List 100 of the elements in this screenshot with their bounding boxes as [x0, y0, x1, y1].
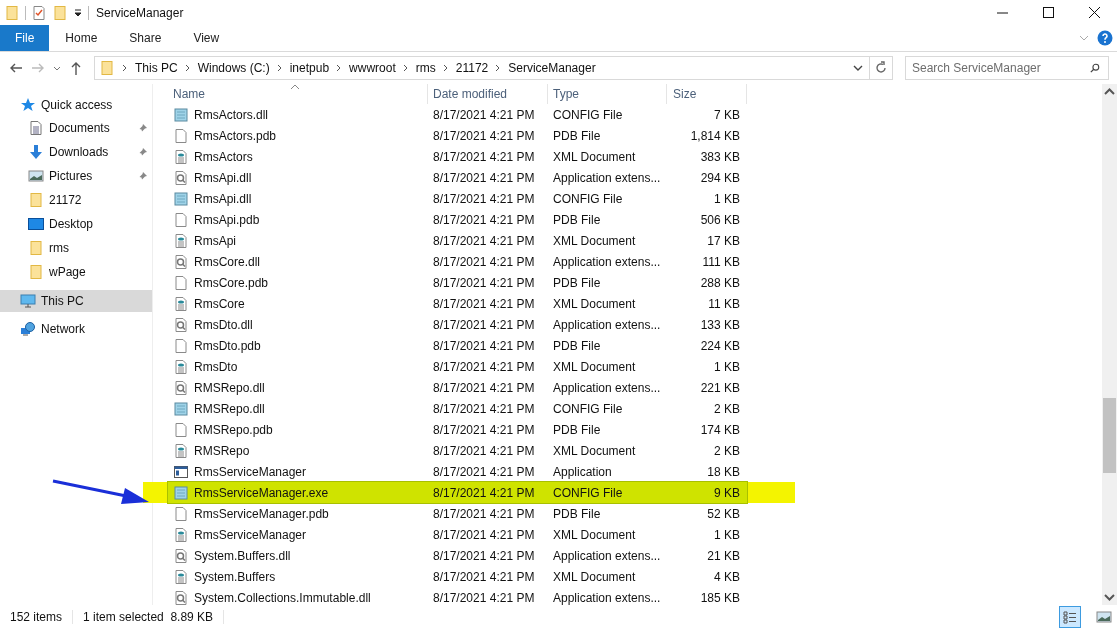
date-cell-text: 8/17/2021 4:21 PM: [432, 148, 536, 166]
breadcrumb-item[interactable]: Windows (C:): [197, 61, 270, 75]
scrollbar[interactable]: [1102, 84, 1117, 605]
date-cell-text: 8/17/2021 4:21 PM: [432, 106, 536, 124]
date-cell-text: 8/17/2021 4:21 PM: [432, 358, 536, 376]
breadcrumb-item[interactable]: 21172: [455, 61, 489, 75]
breadcrumb-item[interactable]: rms: [415, 61, 436, 75]
breadcrumb-item[interactable]: inetpub: [289, 61, 330, 75]
size-cell-text: 2 KB: [713, 400, 741, 418]
column-header[interactable]: Name: [168, 84, 428, 104]
type-cell-text: PDB File: [552, 211, 602, 229]
breadcrumb-item[interactable]: ServiceManager: [508, 61, 596, 75]
sidebar-item[interactable]: Pictures: [0, 164, 152, 188]
chevron-right-icon[interactable]: [441, 63, 450, 73]
config-file-icon: [173, 400, 189, 417]
address-bar[interactable]: This PC Windows (C:) inetpub wwwroot rms 21172 ServiceManager: [94, 56, 893, 80]
file-row[interactable]: RmsApi 8/17/2021 4:21 PM XML Document 17 KB: [153, 230, 1102, 251]
chevron-right-icon[interactable]: [401, 63, 410, 73]
chevron-down-icon[interactable]: [853, 63, 863, 73]
file-row[interactable]: RmsDto 8/17/2021 4:21 PM XML Document 1 KB: [153, 356, 1102, 377]
scroll-thumb[interactable]: [1103, 398, 1116, 473]
selected-file-row[interactable]: RmsServiceManager.exe 8/17/2021 4:21 PM CONFIG File 9 KB: [143, 482, 795, 503]
blank-file-icon: [173, 127, 189, 144]
details-view-button[interactable]: [1059, 605, 1081, 628]
type-cell-text: XML Document: [552, 526, 637, 544]
file-row[interactable]: RmsCore.pdb 8/17/2021 4:21 PM PDB File 288 KB: [153, 272, 1102, 293]
file-row[interactable]: RMSRepo.pdb 8/17/2021 4:21 PM PDB File 174 KB: [153, 419, 1102, 440]
file-row[interactable]: RmsActors 8/17/2021 4:21 PM XML Document 383 KB: [153, 146, 1102, 167]
file-name: RmsServiceManager: [194, 527, 307, 542]
file-row[interactable]: System.Buffers 8/17/2021 4:21 PM XML Document 4 KB: [153, 566, 1102, 587]
type-cell-text: PDB File: [552, 274, 602, 292]
details-list-icon: [1062, 608, 1078, 625]
file-row[interactable]: RmsActors.pdb 8/17/2021 4:21 PM PDB File 1,814 KB: [153, 125, 1102, 146]
file-row[interactable]: System.Collections.Immutable.dll 8/17/2021 4:21 PM Application extens... 185 KB: [153, 587, 1102, 608]
pin-icon[interactable]: [138, 123, 148, 133]
file-row[interactable]: RmsDto.dll 8/17/2021 4:21 PM Application extens... 133 KB: [153, 314, 1102, 335]
window-title: ServiceManager: [96, 5, 184, 20]
type-cell-text: Application extens...: [552, 316, 662, 334]
file-row[interactable]: RmsApi.pdb 8/17/2021 4:21 PM PDB File 506 KB: [153, 209, 1102, 230]
type-cell-text: Application extens...: [552, 589, 662, 607]
config-file-icon: [173, 190, 189, 207]
sidebar-item[interactable]: Documents: [0, 116, 152, 140]
file-row[interactable]: RMSRepo.dll 8/17/2021 4:21 PM CONFIG File 2 KB: [153, 398, 1102, 419]
chevron-right-icon[interactable]: [121, 63, 129, 73]
file-row[interactable]: System.Buffers.dll 8/17/2021 4:21 PM Application extens... 21 KB: [153, 545, 1102, 566]
sidebar-item[interactable]: wPage: [0, 260, 152, 284]
file-name: RmsCore.pdb: [194, 275, 269, 290]
config-file-icon: [173, 484, 189, 501]
column-header[interactable]: Size: [667, 84, 747, 104]
sidebar-item[interactable]: Quick access: [0, 94, 152, 116]
blank-file-icon: [173, 337, 189, 354]
selection-info: 1 item selected 8.89 KB: [83, 609, 214, 624]
file-row[interactable]: RmsServiceManager.pdb 8/17/2021 4:21 PM PDB File 52 KB: [153, 503, 1102, 524]
file-row[interactable]: RMSRepo 8/17/2021 4:21 PM XML Document 2 KB: [153, 440, 1102, 461]
folder-icon: [99, 60, 115, 76]
chevron-right-icon[interactable]: [275, 63, 284, 73]
breadcrumb-item[interactable]: This PC: [135, 61, 178, 75]
gear-file-icon: [173, 253, 189, 270]
column-header[interactable]: Date modified: [428, 84, 548, 104]
pin-icon[interactable]: [138, 171, 148, 181]
help-icon[interactable]: [1097, 30, 1113, 46]
size-cell-text: 17 KB: [706, 232, 741, 250]
folder-icon: [28, 192, 44, 208]
file-row[interactable]: RmsApi.dll 8/17/2021 4:21 PM CONFIG File 1 KB: [153, 188, 1102, 209]
file-row[interactable]: RmsServiceManager 8/17/2021 4:21 PM Application 18 KB: [153, 461, 1102, 482]
ribbon-tab[interactable]: File: [0, 25, 50, 51]
file-row[interactable]: RmsServiceManager 8/17/2021 4:21 PM XML Document 1 KB: [153, 524, 1102, 545]
file-row[interactable]: RmsApi.dll 8/17/2021 4:21 PM Application extens... 294 KB: [153, 167, 1102, 188]
gear-file-icon: [173, 589, 189, 606]
type-cell-text: CONFIG File: [552, 484, 624, 502]
type-cell-text: Application: [552, 463, 613, 481]
xml-file-icon: [173, 526, 189, 543]
xml-file-icon: [173, 148, 189, 165]
folder-icon: [28, 264, 44, 280]
type-cell-text: Application extens...: [552, 379, 662, 397]
dropdown-arrow-icon[interactable]: [73, 7, 83, 18]
date-cell-text: 8/17/2021 4:21 PM: [432, 421, 536, 439]
sidebar-item[interactable]: Desktop: [0, 212, 152, 236]
date-cell-text: 8/17/2021 4:21 PM: [432, 400, 536, 418]
chevron-right-icon[interactable]: [183, 63, 192, 73]
breadcrumb-item[interactable]: wwwroot: [349, 61, 396, 75]
size-cell-text: 1 KB: [713, 526, 741, 544]
size-cell-text: 294 KB: [699, 169, 741, 187]
column-header[interactable]: Type: [548, 84, 667, 104]
pin-icon[interactable]: [138, 147, 148, 157]
size-cell-text: 133 KB: [699, 316, 741, 334]
sidebar-item[interactable]: rms: [0, 236, 152, 260]
search-field[interactable]: Search ServiceManager: [905, 56, 1109, 80]
sidebar-item[interactable]: Downloads: [0, 140, 152, 164]
file-row[interactable]: RmsDto.pdb 8/17/2021 4:21 PM PDB File 224 KB: [153, 335, 1102, 356]
file-row[interactable]: RmsCore 8/17/2021 4:21 PM XML Document 11 KB: [153, 293, 1102, 314]
file-row[interactable]: RMSRepo.dll 8/17/2021 4:21 PM Application extens... 221 KB: [153, 377, 1102, 398]
sidebar-item[interactable]: 21172: [0, 188, 152, 212]
sidebar-item[interactable]: This PC: [0, 290, 152, 312]
properties-icon[interactable]: [31, 4, 47, 21]
size-cell-text: 224 KB: [699, 337, 741, 355]
file-row[interactable]: RmsCore.dll 8/17/2021 4:21 PM Application extens... 111 KB: [153, 251, 1102, 272]
sidebar-item[interactable]: Network: [0, 318, 152, 340]
file-row[interactable]: RmsActors.dll 8/17/2021 4:21 PM CONFIG File 7 KB: [153, 104, 1102, 125]
file-name: System.Buffers: [194, 569, 276, 584]
